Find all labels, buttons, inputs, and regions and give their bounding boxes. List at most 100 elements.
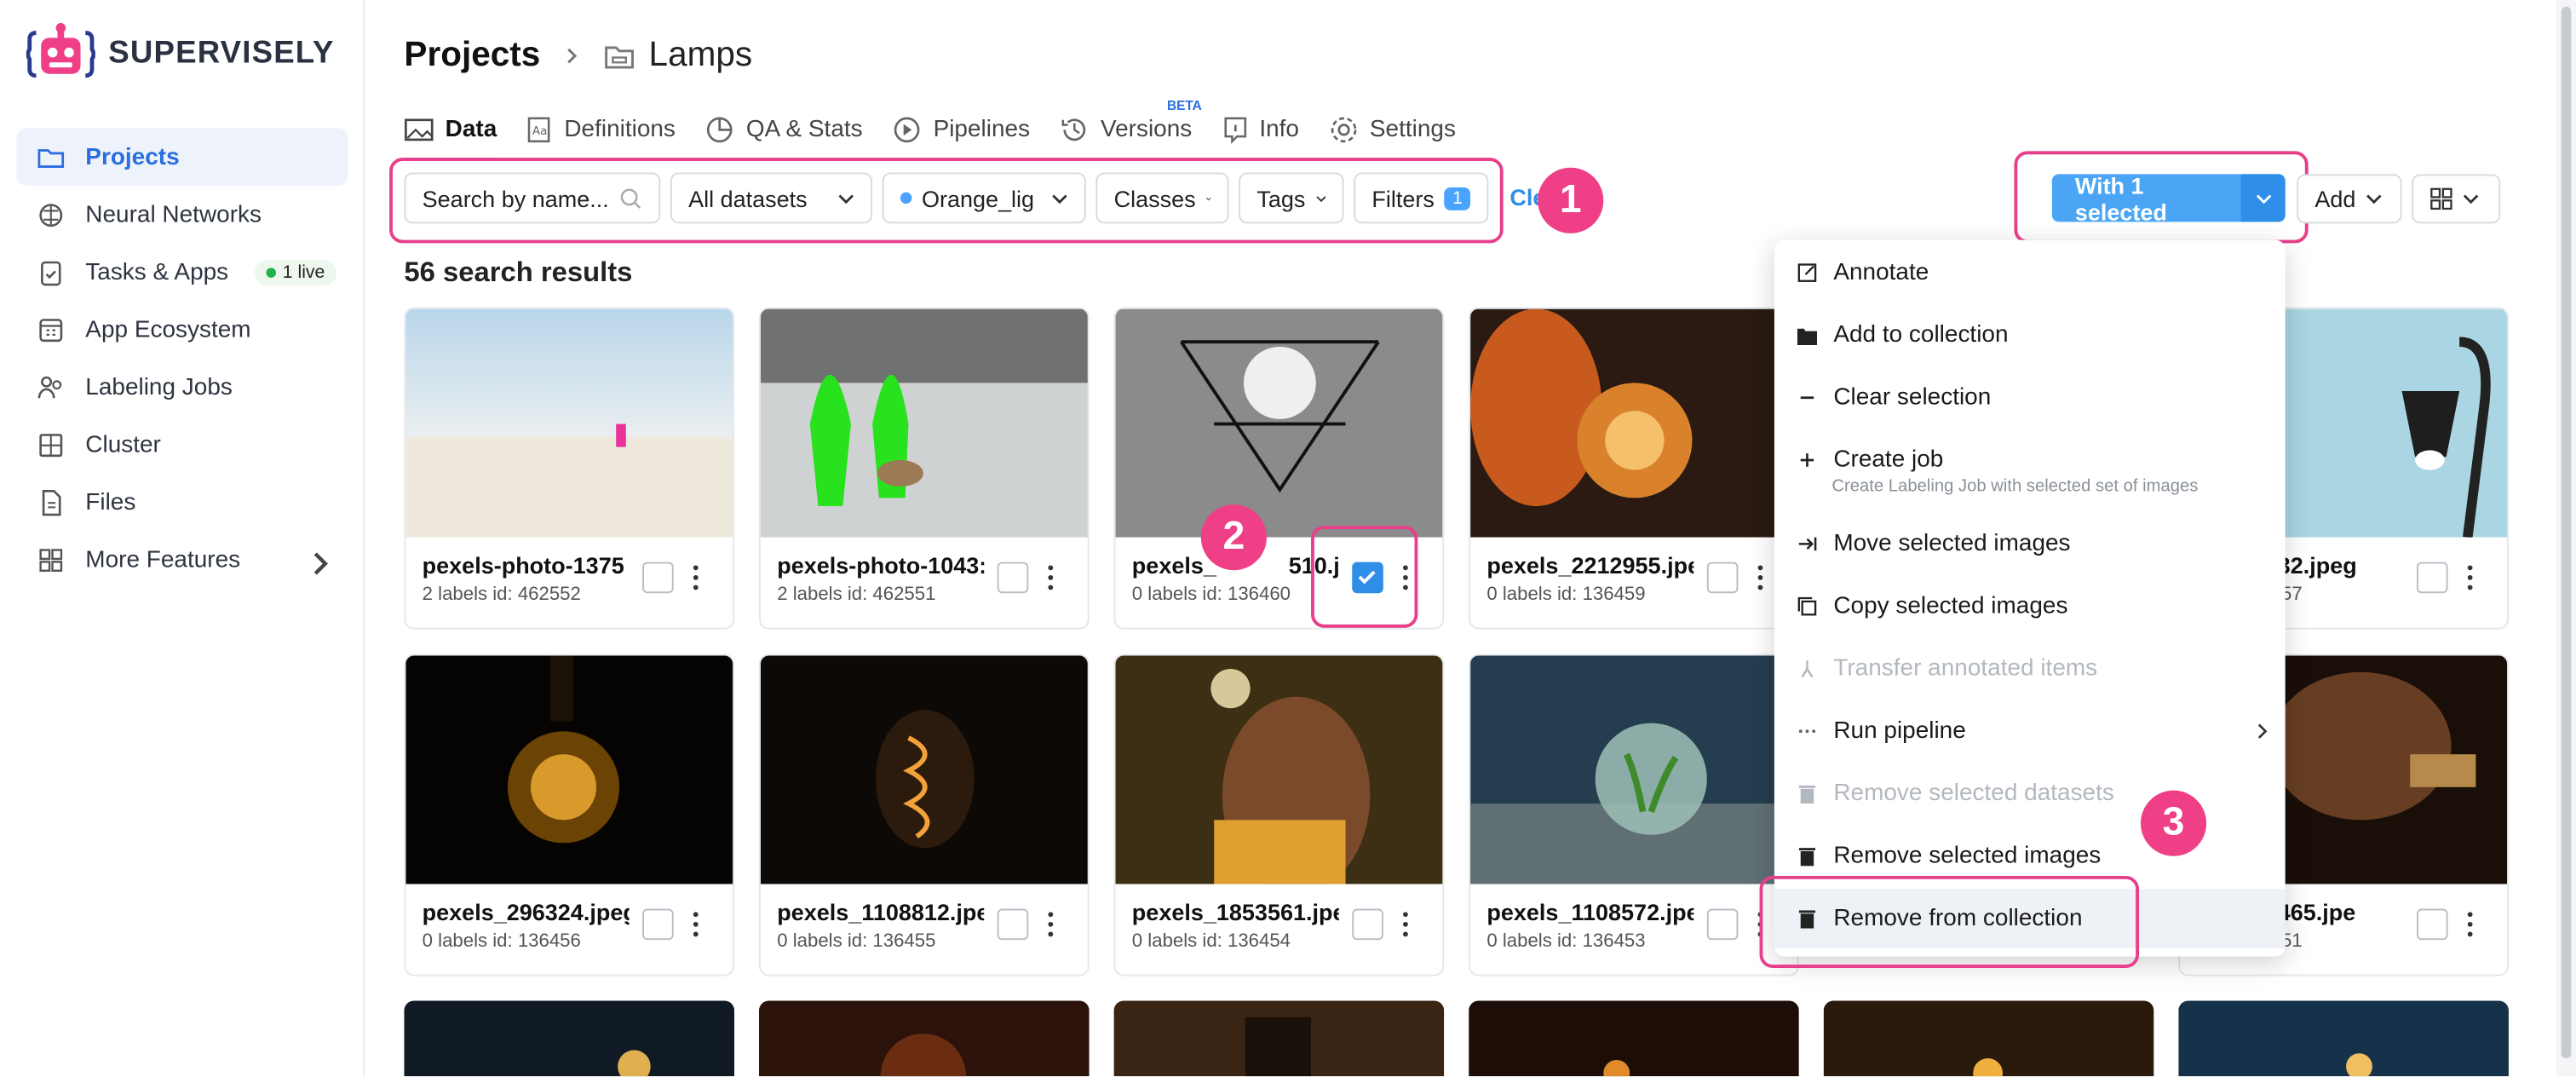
breadcrumb-projects[interactable]: Projects [404,36,540,75]
menu-item-create-job[interactable]: Create job [1774,444,2286,477]
image-thumbnail[interactable] [1470,308,1799,538]
image-card[interactable]: pexels-photo-1375 2 labels id: 462552 [404,307,735,630]
image-thumbnail[interactable] [405,308,734,538]
definitions-icon: Aa [528,117,551,143]
more-options-icon[interactable] [1047,565,1057,591]
select-checkbox[interactable] [997,562,1029,594]
more-options-icon[interactable] [2466,565,2476,591]
image-thumbnail[interactable] [759,1000,1090,1077]
image-icon [405,118,434,141]
edit-icon [1797,263,1817,283]
more-options-icon[interactable] [1047,912,1057,938]
sidebar-item-more-features[interactable]: More Features [16,531,348,589]
tab-qa-stats[interactable]: QA & Stats [705,112,863,147]
menu-item-move-selected-images[interactable]: Move selected images [1774,527,2286,561]
select-checkbox[interactable] [2416,562,2448,594]
brain-icon [39,203,63,227]
menu-item-copy-selected-images[interactable]: Copy selected images [1774,590,2286,623]
grid-view-icon [2430,187,2452,210]
menu-item-add-to-collection[interactable]: Add to collection [1774,319,2286,352]
menu-item-label: Annotate [1833,259,1929,286]
tab-label: Info [1259,116,1299,143]
menu-item-remove-selected-images[interactable]: Remove selected images [1774,840,2286,873]
dots-icon [1797,722,1817,741]
image-thumbnail[interactable] [1469,1000,1799,1077]
menu-item-run-pipeline[interactable]: Run pipeline [1774,715,2286,748]
chevron-right-icon [566,48,577,64]
logo[interactable]: SUPERVISELY [26,23,335,85]
app-grid-icon [39,318,63,342]
image-thumbnail[interactable] [760,308,1090,538]
sidebar-item-neural-networks[interactable]: Neural Networks [16,186,348,244]
more-options-icon[interactable] [692,565,702,591]
select-checkbox[interactable] [997,908,1029,941]
tab-settings[interactable]: Settings [1329,112,1456,147]
more-options-icon[interactable] [1757,565,1767,591]
menu-item-clear-selection[interactable]: Clear selection [1774,381,2286,414]
breadcrumb-project: Lamps [603,36,752,75]
tab-data[interactable]: Data [404,112,498,162]
image-name: pexels_1853561.jpe [1131,898,1339,925]
live-badge-text: 1 live [282,262,325,282]
tab-info[interactable]: Info [1222,112,1299,147]
menu-item-label: Clear selection [1833,384,1992,412]
image-thumbnail[interactable] [404,1000,735,1077]
select-checkbox[interactable] [2416,908,2448,941]
select-checkbox[interactable] [1352,908,1383,941]
sidebar-item-label: More Features [85,546,241,573]
sidebar-item-cluster[interactable]: Cluster [16,416,348,474]
more-options-icon[interactable] [1401,912,1412,938]
image-meta: 0 labels id: 136454 [1131,931,1291,952]
image-card[interactable]: pexels-photo-1043: 2 labels id: 462551 [759,307,1090,630]
sidebar-item-projects[interactable]: Projects [16,128,348,186]
tab-pipelines[interactable]: Pipelines [892,112,1030,147]
tab-label: Data [445,116,497,143]
menu-item-annotate[interactable]: Annotate [1774,256,2286,290]
image-card[interactable]: pexels_1853561.jpe 0 labels id: 136454 [1113,654,1445,976]
gear-icon [1331,117,1356,143]
menu-item-remove-selected-datasets: Remove selected datasets [1774,777,2286,810]
menu-item-label: Remove selected images [1833,843,2102,870]
image-thumbnail[interactable] [1115,655,1445,884]
sidebar-item-app-ecosystem[interactable]: App Ecosystem [16,301,348,359]
sidebar-item-label: Projects [85,143,180,170]
image-meta: 0 labels id: 136459 [1486,585,1646,605]
plus-icon [1797,450,1817,469]
image-thumbnail[interactable] [1115,308,1445,538]
image-card[interactable]: pexels_1108812.jpe 0 labels id: 136455 [759,654,1090,976]
image-meta: 2 labels id: 462552 [422,585,581,605]
page-scrollbar[interactable] [2556,0,2576,1077]
image-meta: 0 labels id: 136460 [1131,585,1291,605]
image-thumbnail[interactable] [1823,1000,2154,1077]
chevron-down-icon [2366,194,2382,204]
image-name: pexels_296324.jpeg [422,898,630,925]
sidebar-item-files[interactable]: Files [16,473,348,531]
image-card[interactable]: pexels_1108572.jpe 0 labels id: 136453 [1469,654,1799,976]
step-badge-2: 2 [1200,504,1267,571]
sidebar-item-label: Cluster [85,431,161,458]
tab-versions[interactable]: Versions BETA [1060,99,1202,147]
image-thumbnail[interactable] [1113,1000,1445,1077]
select-checkbox[interactable] [1706,908,1739,941]
image-thumbnail[interactable] [405,655,734,884]
select-checkbox[interactable] [642,908,674,941]
image-card[interactable]: pexels_296324.jpeg 0 labels id: 136456 [404,654,735,976]
beta-badge: BETA [1166,98,1202,114]
add-button[interactable]: Add [2297,174,2402,224]
view-toggle-button[interactable] [2412,174,2501,224]
menu-item-label: Add to collection [1833,322,2009,348]
image-thumbnail[interactable] [1470,655,1799,884]
more-options-icon[interactable] [692,912,702,938]
tab-definitions[interactable]: Aa Definitions [526,112,676,147]
sidebar-item-label: Neural Networks [85,201,262,228]
image-thumbnail[interactable] [2178,1000,2509,1077]
select-checkbox[interactable] [642,562,674,594]
image-thumbnail[interactable] [760,655,1090,884]
sidebar-item-label: Files [85,488,136,515]
more-options-icon[interactable] [2466,912,2476,938]
image-card[interactable]: pexels_2212955.jpe 0 labels id: 136459 [1469,307,1799,630]
select-checkbox[interactable] [1706,562,1739,594]
scrollbar-thumb[interactable] [2561,6,2572,1059]
sidebar-item-tasks-apps[interactable]: Tasks & Apps 1 live [16,243,348,301]
sidebar-item-labeling-jobs[interactable]: Labeling Jobs [16,358,348,416]
